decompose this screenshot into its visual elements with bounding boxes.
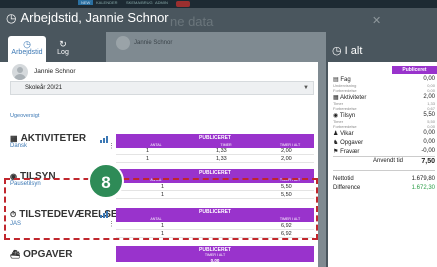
totals-subrow: Forberedelse 0,00 [333, 124, 435, 129]
background-avatar [116, 36, 130, 50]
sub-value: 0,00 [427, 124, 435, 129]
section-title-opgaver: ⛴ OPGAVER [10, 249, 72, 260]
flag-icon: ⚑ [333, 149, 339, 155]
more-options-icon[interactable]: ⋮ [108, 142, 115, 150]
modal-header: ◷ Arbejdstid, Jannie Schnor [6, 10, 169, 25]
cell: 2,00 [281, 148, 292, 154]
background-user-name: Jannie Schnor [134, 40, 173, 46]
refresh-icon: ↻ [59, 39, 67, 49]
cell: 2,00 [281, 156, 292, 162]
table-row: 1 1,33 2,00 [116, 148, 314, 155]
background-title-ghost: ne data [170, 14, 214, 29]
col-timer: TIMER [220, 143, 232, 147]
row-value: 0,00 [423, 76, 435, 82]
cell: 1 [146, 156, 150, 162]
published-label: PUBLICERET [199, 170, 231, 176]
tab-log[interactable]: ↻ Log [48, 36, 78, 62]
briefcase-icon: ♞ [333, 140, 339, 146]
clock-icon: ◷ [23, 39, 31, 49]
nav-item-admin[interactable]: ADMIN [155, 0, 168, 5]
row-label: Nettotid [333, 176, 354, 182]
user-name: Jannie Schnor [34, 68, 76, 75]
sub-label: Forberedelse [333, 88, 357, 93]
nav-item-skema[interactable]: SKEMA/BRUG [126, 0, 153, 5]
totals-title-label: I alt [344, 45, 363, 57]
chevron-down-icon: ▼ [303, 85, 309, 91]
row-value: 1.679,80 [411, 176, 435, 182]
totals-subrow: Forberedelse 0,00 [333, 88, 435, 93]
sub-label: Forberedelse [333, 106, 357, 111]
row-label: Opgaver [340, 140, 364, 146]
row-label: Anvendt tid [373, 158, 404, 164]
divider [333, 170, 435, 171]
col-timer-i-alt: TIMER I ALT [204, 253, 226, 257]
tab-log-label: Log [57, 49, 69, 56]
cell: 1,33 [216, 156, 227, 162]
col-timer-i-alt: TIMER I ALT [279, 143, 301, 147]
row-value: 5,50 [423, 112, 435, 118]
totals-published-header: Publiceret [392, 66, 437, 74]
row-value: 2,00 [423, 94, 435, 100]
notification-badge [176, 1, 190, 7]
cell: 1,33 [216, 148, 227, 154]
cell: 0,00 [210, 258, 220, 263]
row-label: Difference [333, 185, 361, 191]
calendar-icon: ▦ [10, 134, 18, 143]
sub-value: 0,67 [427, 106, 435, 111]
user-row: Jannie Schnor [10, 62, 310, 82]
table-row: 1 1,33 2,00 [116, 156, 314, 163]
sub-value: 0,00 [427, 88, 435, 93]
row-value: 0,00 [423, 139, 435, 145]
clock-icon: ◷ [332, 45, 342, 57]
background-close-icon: ✕ [372, 15, 382, 27]
row-value: 1.672,30 [411, 185, 435, 191]
published-label: PUBLICERET [199, 135, 231, 141]
person-icon: ♟ [333, 131, 339, 137]
row-value: 7,50 [421, 158, 435, 165]
divider [333, 156, 435, 157]
col-antal: ANTAL [150, 143, 162, 147]
sub-label: Forberedelse [333, 124, 357, 129]
avatar [12, 64, 28, 80]
row-label: Fravær [340, 149, 360, 155]
totals-title: ◷ I alt [332, 44, 362, 57]
section-label: AKTIVITETER [20, 133, 87, 144]
published-header: PUBLICERET ANTAL TIMER TIMER I ALT [116, 134, 314, 148]
row-label: Vikar [340, 131, 354, 137]
year-select-value: Skoleår 20/21 [25, 85, 63, 91]
row-value: 0,00 [423, 130, 435, 136]
totals-subrow: Forberedelse 0,67 [333, 106, 435, 111]
activity-link-dansk[interactable]: Dansk [10, 143, 27, 149]
cell: 1 [146, 148, 150, 154]
briefcase-icon: ⛴ [10, 250, 21, 259]
ugeoversigt-link[interactable]: Ugeoversigt [10, 113, 39, 119]
highlight-box [4, 178, 318, 240]
section-label: OPGAVER [23, 249, 73, 260]
nav-item-kalender[interactable]: KALENDER [96, 0, 118, 5]
row-value: -0,00 [421, 148, 435, 154]
step-number-badge: 8 [88, 163, 124, 199]
year-select[interactable]: Skoleår 20/21 ▼ [10, 81, 314, 95]
top-nav-bar: NEW KALENDER SKEMA/BRUG ADMIN [0, 0, 437, 8]
published-header: PUBLICERET TIMER I ALT 0,00 [116, 246, 314, 263]
modal-title: Arbejdstid, Jannie Schnor [20, 10, 169, 25]
tab-arbejdstid-label: Arbejdstid [11, 49, 43, 56]
tab-arbejdstid[interactable]: ◷ Arbejdstid [8, 36, 46, 62]
clock-icon: ◷ [6, 10, 17, 25]
nav-item-new[interactable]: NEW [78, 0, 94, 5]
